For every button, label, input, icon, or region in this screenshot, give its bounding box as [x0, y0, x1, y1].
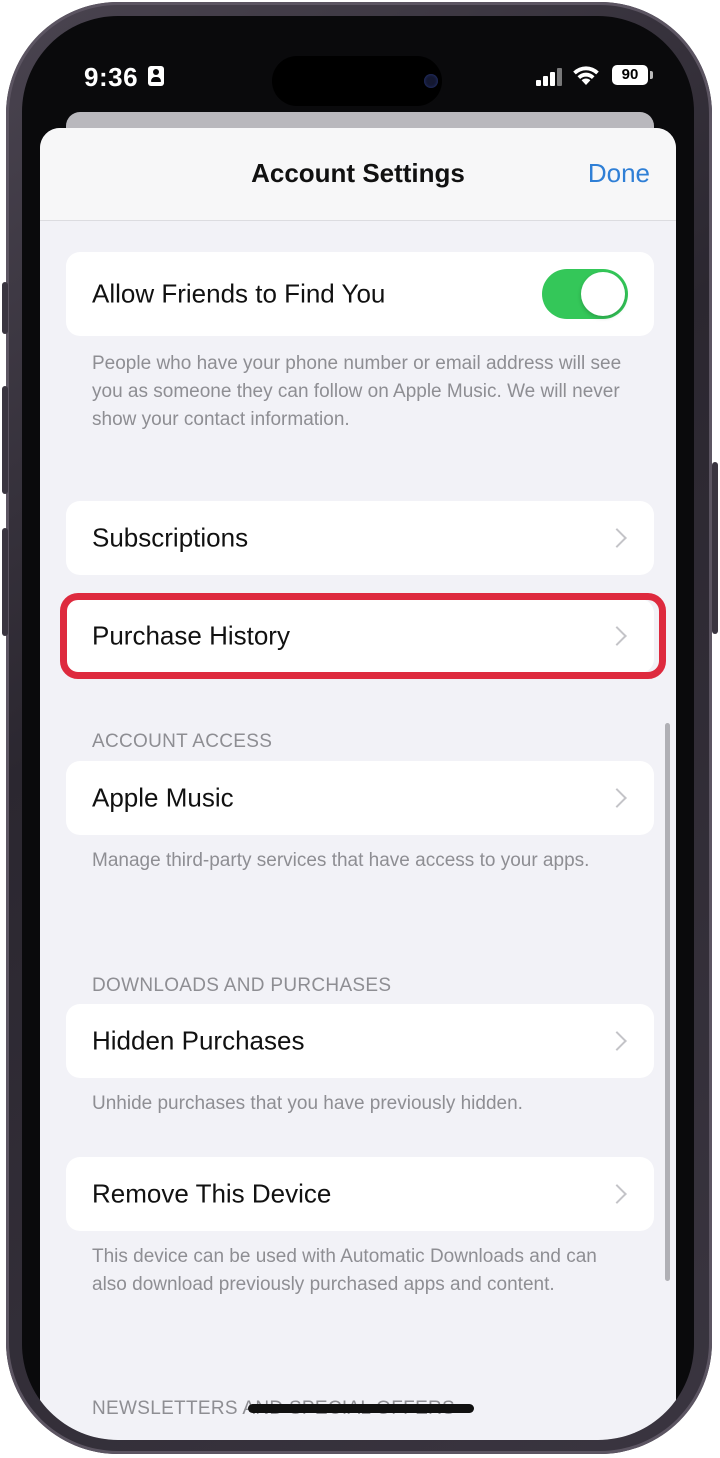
hidden-purchases-row[interactable]: Hidden Purchases	[66, 1004, 654, 1078]
battery-tip	[650, 71, 653, 79]
cellular-signal-icon	[536, 68, 564, 86]
remove-device-footer: This device can be used with Automatic D…	[92, 1246, 597, 1295]
scroll-indicator[interactable]	[665, 723, 670, 1281]
volume-up-button	[2, 386, 8, 494]
subscriptions-label: Subscriptions	[92, 522, 249, 553]
nav-bar: Account Settings Done	[40, 128, 676, 221]
toggle-knob	[581, 272, 625, 316]
phone-screen: 9:36 90 Account Settings Done Allow Frie…	[22, 16, 694, 1440]
front-camera	[424, 74, 438, 88]
chevron-right-icon	[607, 1184, 627, 1204]
apple-music-label: Apple Music	[92, 782, 234, 813]
page-title: Account Settings	[251, 158, 465, 188]
account-settings-sheet: Account Settings Done Allow Friends to F…	[40, 128, 676, 1440]
wifi-icon	[573, 66, 599, 85]
volume-down-button	[2, 528, 8, 636]
allow-friends-label: Allow Friends to Find You	[92, 278, 386, 309]
remove-device-label: Remove This Device	[92, 1178, 332, 1209]
status-time: 9:36	[84, 62, 139, 92]
done-button[interactable]: Done	[588, 158, 650, 189]
account-access-footer: Manage third-party services that have ac…	[92, 850, 590, 871]
chevron-right-icon	[607, 1031, 627, 1051]
remove-device-row[interactable]: Remove This Device	[66, 1157, 654, 1231]
status-bar: 9:36 90	[22, 16, 694, 126]
allow-friends-cell: Allow Friends to Find You	[66, 252, 654, 336]
account-access-header: ACCOUNT ACCESS	[92, 731, 273, 752]
chevron-right-icon	[607, 788, 627, 808]
apple-music-row[interactable]: Apple Music	[66, 761, 654, 835]
chevron-right-icon	[607, 528, 627, 548]
dynamic-island	[272, 56, 442, 106]
action-button	[2, 282, 8, 334]
hidden-purchases-label: Hidden Purchases	[92, 1025, 305, 1056]
subscriptions-row[interactable]: Subscriptions	[66, 501, 654, 575]
downloads-footer: Unhide purchases that you have previousl…	[92, 1093, 523, 1114]
allow-friends-footer: People who have your phone number or ema…	[92, 353, 622, 430]
home-indicator[interactable]	[248, 1404, 474, 1413]
allow-friends-toggle[interactable]	[542, 269, 628, 319]
battery-icon: 90	[612, 65, 648, 85]
purchase-history-highlight	[60, 593, 666, 679]
settings-list[interactable]: Allow Friends to Find You People who hav…	[40, 221, 676, 1440]
downloads-header: DOWNLOADS AND PURCHASES	[92, 975, 392, 996]
focus-person-icon	[148, 66, 164, 86]
power-button	[712, 462, 718, 634]
